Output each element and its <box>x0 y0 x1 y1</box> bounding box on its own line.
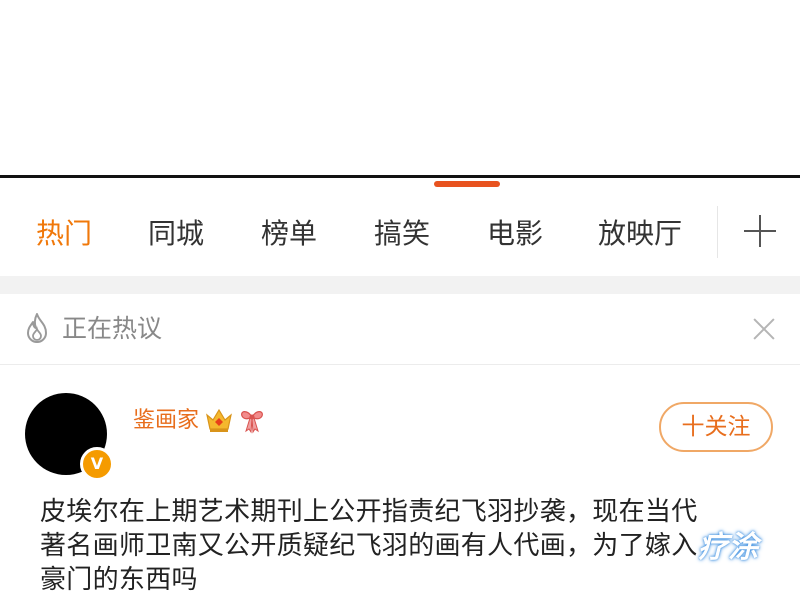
drag-handle[interactable] <box>434 181 500 187</box>
tab-hot[interactable]: 热门 <box>36 214 92 254</box>
watermark-text: 疗涂 <box>698 530 758 565</box>
tab-screening-hall[interactable]: 放映厅 <box>598 214 682 254</box>
tabs-divider <box>717 206 718 258</box>
sheet-top-border <box>0 175 800 178</box>
tab-rankings[interactable]: 榜单 <box>261 214 317 254</box>
watermark-logo: 疗涂 <box>670 518 790 570</box>
blank-area <box>0 0 800 175</box>
category-tabs: 热门 同城 榜单 搞笑 电影 放映厅 <box>0 192 800 276</box>
ribbon-icon <box>241 411 263 434</box>
crown-icon <box>206 408 232 432</box>
verified-badge: V <box>80 447 114 481</box>
trending-label: 正在热议 <box>62 314 163 343</box>
post-body[interactable]: 皮埃尔在上期艺术期刊上公开指责纪飞羽抄袭，现在当代 著名画师卫南又公开质疑纪飞羽… <box>40 495 770 597</box>
tab-funny[interactable]: 搞笑 <box>374 214 430 254</box>
tab-movies[interactable]: 电影 <box>487 214 543 254</box>
section-gap <box>0 276 800 294</box>
follow-button[interactable]: 十关注 <box>659 402 773 452</box>
username[interactable]: 鉴画家 <box>133 405 199 437</box>
add-tab-icon[interactable] <box>743 214 777 248</box>
close-icon[interactable] <box>752 317 776 341</box>
trending-bar[interactable]: 正在热议 <box>0 294 800 364</box>
post-line: 皮埃尔在上期艺术期刊上公开指责纪飞羽抄袭，现在当代 <box>40 497 698 527</box>
tab-local[interactable]: 同城 <box>148 214 204 254</box>
post-line: 豪门的东西吗 <box>40 565 198 595</box>
flame-icon <box>27 313 47 343</box>
post-line: 著名画师卫南又公开质疑纪飞羽的画有人代画，为了嫁入 <box>40 531 698 561</box>
